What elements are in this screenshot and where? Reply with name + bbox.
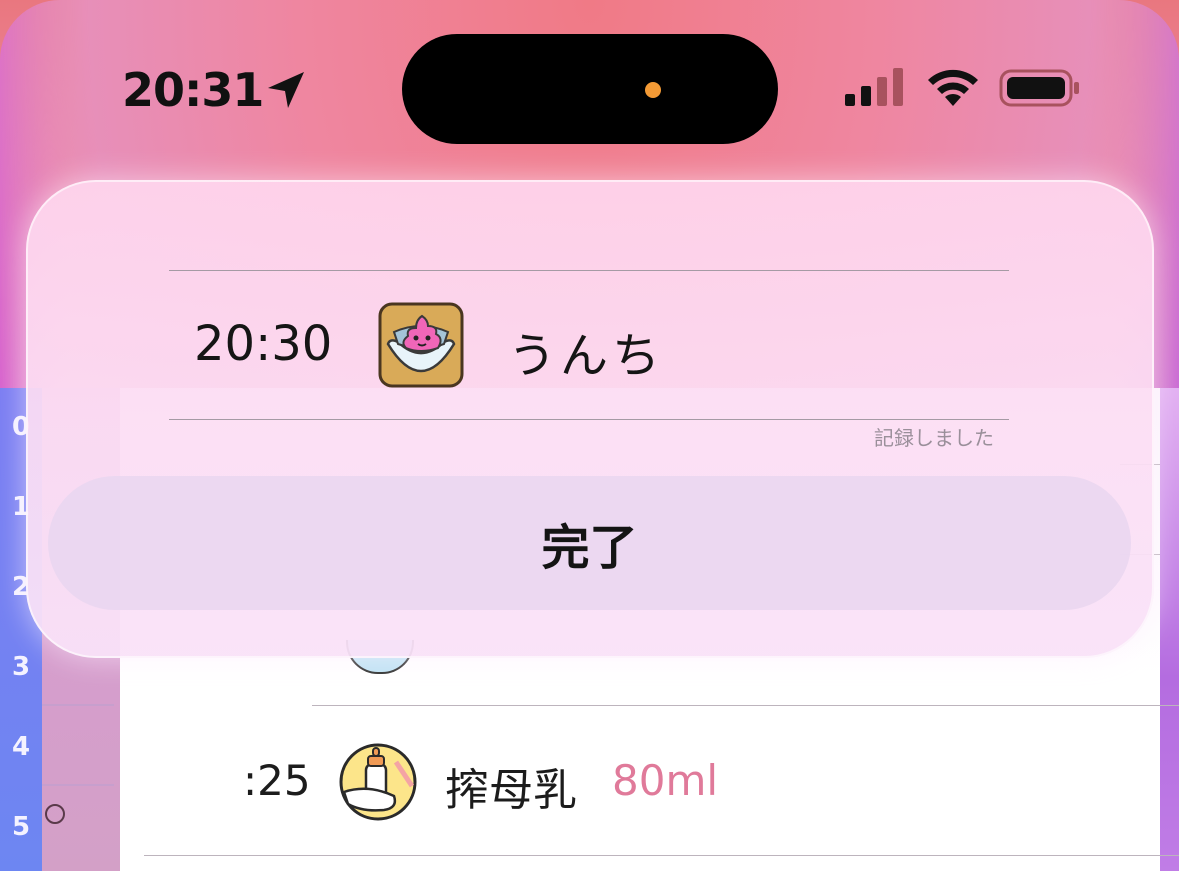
dynamic-island: [402, 34, 778, 144]
status-time: 20:31: [122, 63, 264, 117]
status-bar: 20:31: [0, 0, 1179, 170]
entry-label: 搾母乳: [445, 765, 577, 816]
right-edge-glow: [1160, 388, 1179, 871]
poop-diaper-icon: [378, 302, 464, 388]
entry-amount: 80ml: [612, 756, 719, 805]
entry-time: :25: [243, 756, 311, 805]
hour-label: 3: [12, 652, 31, 682]
done-button[interactable]: 完了: [48, 476, 1131, 610]
list-divider: [312, 705, 1179, 706]
hour-divider: [42, 704, 114, 706]
baby-bottle-icon: [339, 743, 417, 821]
hour-divider: [42, 784, 114, 786]
cellular-signal-icon: [845, 68, 903, 106]
hour-label: 4: [12, 732, 31, 762]
wifi-icon: [928, 69, 978, 106]
battery-icon: [999, 69, 1079, 107]
current-time-marker: [45, 804, 65, 824]
hour-label: 5: [12, 812, 31, 842]
record-time: 20:30: [194, 316, 333, 372]
popup-divider-bottom: [169, 419, 1009, 420]
record-label: うんち: [508, 328, 665, 384]
record-saved-note: 記録しました: [874, 426, 994, 450]
popup-divider-top: [169, 270, 1009, 271]
location-arrow-icon: [268, 72, 304, 108]
list-divider: [144, 855, 1179, 856]
privacy-indicator-dot: [645, 82, 661, 98]
